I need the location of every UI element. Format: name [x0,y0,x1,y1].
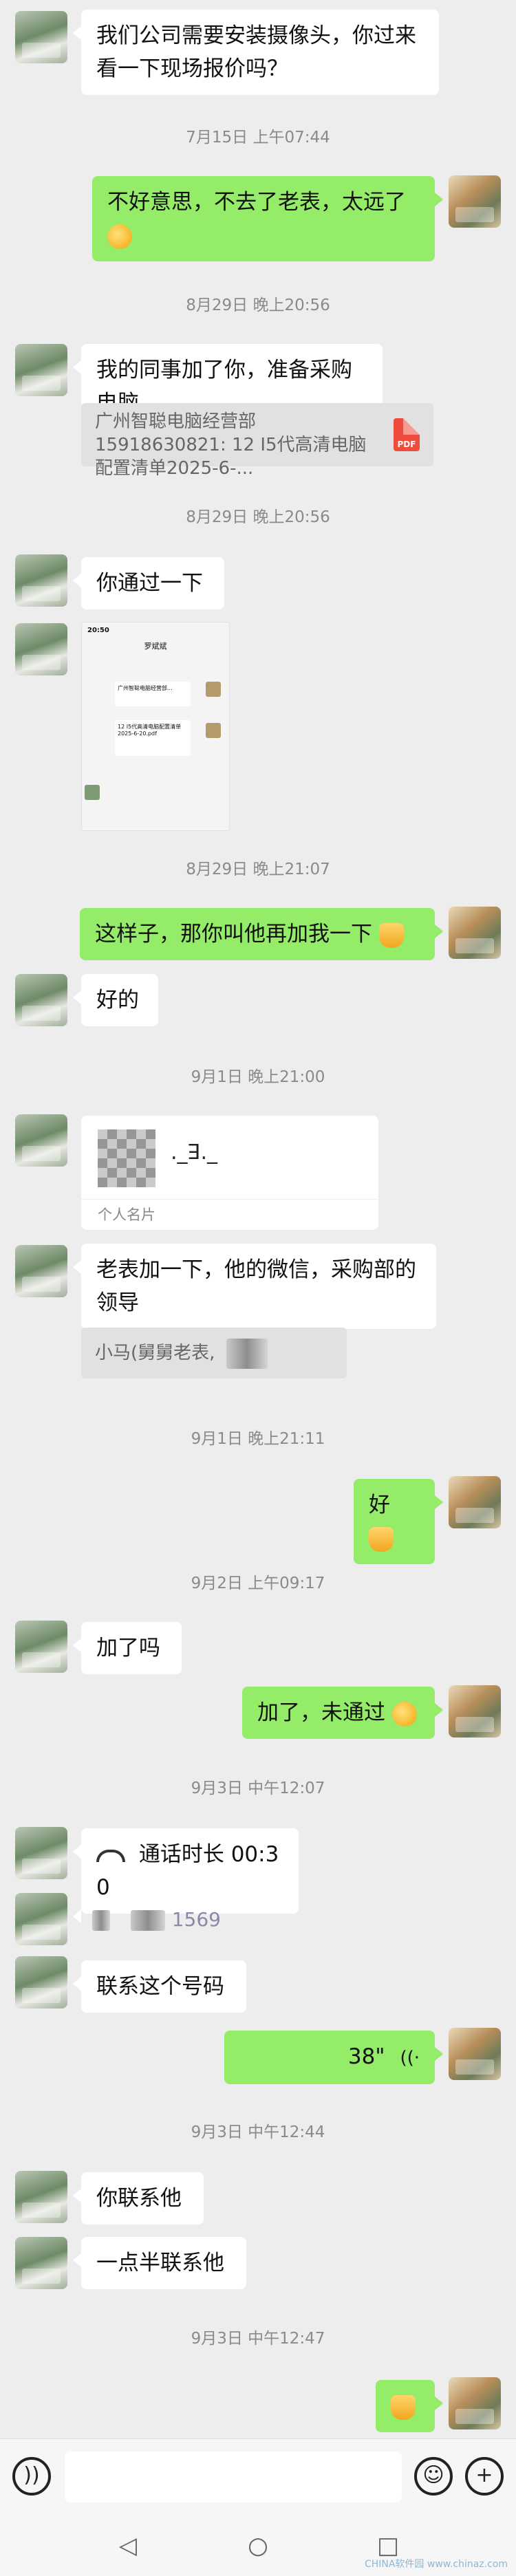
timestamp: 9月3日 中午12:44 [191,2123,325,2141]
card-avatar [98,1129,155,1187]
embarrassed-emoji-icon [391,1701,417,1727]
message-bubble[interactable]: 好的 [73,974,158,1026]
timestamp: 8月29日 晚上21:07 [186,861,330,878]
contact-avatar[interactable] [15,623,67,675]
contact-avatar[interactable] [15,974,67,1026]
contact-avatar[interactable] [15,11,67,63]
voice-input-button[interactable]: )) [12,2457,51,2496]
message-bubble[interactable]: 老表加一下，他的微信，采购部的领导 [73,1244,436,1329]
system-navigation-bar: ◁ ○ □ CHINA软件园 www.chinaz.com [0,2515,516,2576]
message-bubble[interactable]: 我们公司需要安装摄像头，你过来看一下现场报价吗？ [73,10,439,95]
contact-avatar[interactable] [15,1893,67,1945]
timestamp: 9月1日 晚上21:00 [191,1068,325,1086]
message-bubble[interactable]: 你联系他 [73,2172,204,2225]
chat-area[interactable]: 我们公司需要安装摄像头，你过来看一下现场报价吗？ 7月15日 上午07:44 不… [0,0,516,2576]
message-bubble[interactable]: 一点半联系他 [73,2237,246,2289]
message-bubble[interactable]: 这样子，那你叫他再加我一下 [80,908,443,960]
my-avatar[interactable] [449,2028,501,2080]
message-bubble[interactable]: 好 [354,1479,443,1564]
contact-card[interactable]: ._ꓱ._ 个人名片 [81,1116,378,1230]
home-nav-button[interactable]: ○ [237,2532,279,2559]
timestamp: 8月29日 晚上20:56 [186,296,330,314]
plus-icon: + [475,2463,493,2487]
ok-hand-emoji-icon [391,2394,416,2420]
contact-avatar[interactable] [15,2171,67,2223]
message-input[interactable] [65,2451,402,2502]
voice-icon: )) [23,2463,40,2487]
phone-call-icon [96,1849,125,1862]
smiley-icon: ☺ [422,2463,444,2487]
pdf-file-icon: PDF [394,418,420,451]
message-bubble[interactable]: 不好意思，不去了老表，太远了 [92,176,443,261]
timestamp: 8月29日 晚上20:56 [186,508,330,526]
embarrassed-emoji-icon [107,224,132,249]
more-button[interactable]: + [465,2457,504,2496]
watermark: CHINA软件园 www.chinaz.com [364,2559,508,2570]
voice-message-bubble[interactable]: 38" ((· [224,2031,443,2084]
quoted-file[interactable]: 广州智聪电脑经营部15918630821: 12 I5代高清电脑配置清单2025… [81,403,433,479]
recent-apps-nav-button[interactable]: □ [367,2532,409,2559]
ok-hand-emoji-icon [378,922,404,948]
voice-wave-icon: ((· [400,2048,420,2068]
my-avatar[interactable] [449,1685,501,1738]
timestamp: 9月2日 上午09:17 [191,1574,325,1592]
contact-avatar[interactable] [15,1827,67,1879]
my-avatar[interactable] [449,1476,501,1528]
timestamp: 9月3日 中午12:47 [191,2330,325,2348]
emoji-button[interactable]: ☺ [414,2457,453,2496]
ok-hand-emoji-icon [369,1526,394,1552]
message-bubble[interactable]: 你通过一下 [73,557,224,609]
contact-avatar[interactable] [15,1245,67,1297]
my-avatar[interactable] [449,175,501,228]
timestamp: 7月15日 上午07:44 [186,129,330,147]
timestamp: 9月3日 中午12:07 [191,1779,325,1797]
contact-avatar[interactable] [15,1956,67,2009]
message-bubble[interactable]: 联系这个号码 [73,1960,246,2013]
my-avatar[interactable] [449,2377,501,2429]
timestamp: 9月1日 晚上21:11 [191,1430,325,1448]
contact-avatar[interactable] [15,2237,67,2289]
quoted-card[interactable]: 小马(舅舅老表, [81,1328,347,1378]
contact-avatar[interactable] [15,1621,67,1673]
blurred-number-message[interactable]: 1569 [73,1893,257,1946]
chat-input-bar: )) ☺ + [0,2438,516,2516]
contact-avatar[interactable] [15,344,67,396]
my-avatar[interactable] [449,907,501,959]
message-bubble[interactable]: 加了吗 [73,1622,182,1674]
contact-avatar[interactable] [15,1114,67,1167]
back-nav-button[interactable]: ◁ [107,2532,149,2559]
emoji-message-bubble[interactable] [376,2380,443,2432]
message-bubble[interactable]: 加了，未通过 [242,1687,443,1739]
chat-screenshot-image[interactable]: 20:50 罗斌斌 广州智聪电脑经营部... 12 I5代高清电脑配置清单202… [81,622,230,831]
contact-avatar[interactable] [15,554,67,607]
